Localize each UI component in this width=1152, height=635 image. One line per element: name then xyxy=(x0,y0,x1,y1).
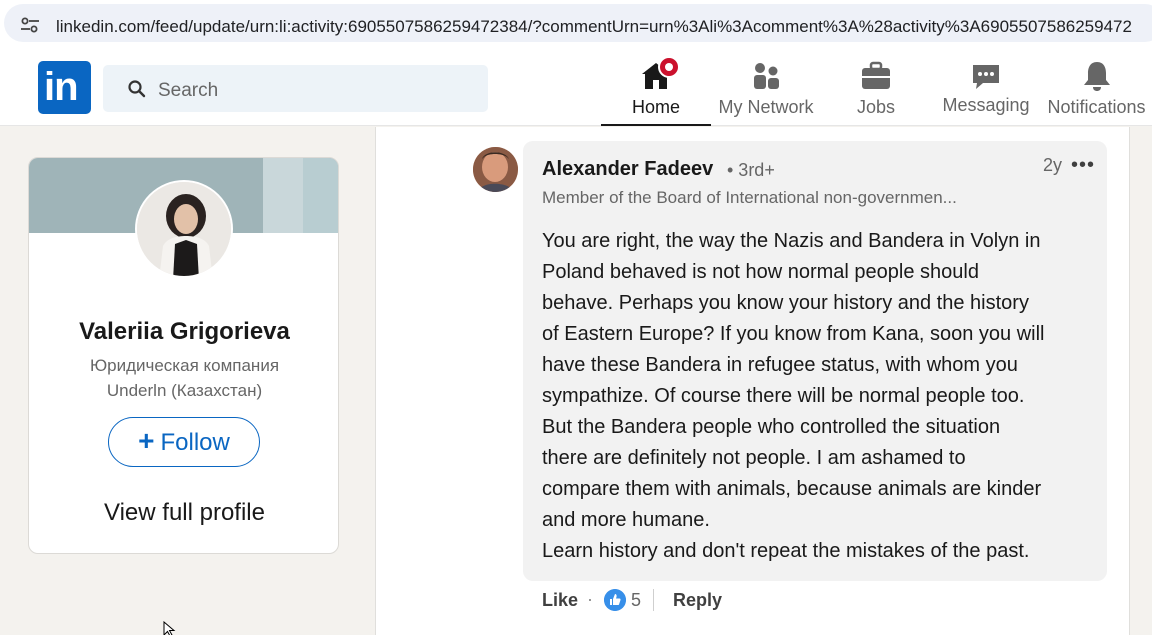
nav-notifications-label: Notifications xyxy=(1047,97,1146,117)
reply-button[interactable]: Reply xyxy=(673,590,722,611)
plus-icon: + xyxy=(138,425,155,456)
nav-notifications[interactable]: Notifications xyxy=(1041,50,1152,126)
mouse-cursor-icon xyxy=(163,621,176,635)
nav-messaging-label: Messaging xyxy=(942,95,1030,115)
comment-text: You are right, the way the Nazis and Ban… xyxy=(542,226,1092,567)
nav-messaging[interactable]: Messaging xyxy=(931,50,1041,126)
profile-avatar[interactable] xyxy=(135,180,233,278)
url-text[interactable]: linkedin.com/feed/update/urn:li:activity… xyxy=(56,17,1132,37)
like-reaction-icon[interactable] xyxy=(604,589,626,611)
nav-jobs-label: Jobs xyxy=(856,97,896,117)
comment-line: But the Bandera people who controlled th… xyxy=(542,416,1001,438)
notification-badge xyxy=(658,56,680,78)
profile-company-line2: Underln (Казахстан) xyxy=(106,381,263,400)
connection-degree: • 3rd+ xyxy=(727,160,775,180)
bell-icon xyxy=(1083,62,1110,91)
nav-jobs[interactable]: Jobs xyxy=(821,50,931,126)
author-headline: Member of the Board of International non… xyxy=(542,188,957,207)
nav-home[interactable]: Home xyxy=(601,50,711,126)
search-icon xyxy=(128,80,146,98)
comment-bubble: Alexander Fadeev • 3rd+ 2y ••• Member of… xyxy=(523,141,1107,581)
messaging-icon xyxy=(973,65,999,89)
profile-card: Valeriia Grigorieva Юридическая компания… xyxy=(28,157,339,554)
feed-main: Alexander Fadeev • 3rd+ 2y ••• Member of… xyxy=(375,127,1130,635)
more-options-icon[interactable]: ••• xyxy=(1071,154,1095,177)
search-box[interactable]: Search xyxy=(103,65,488,112)
profile-company-line1: Юридическая компания xyxy=(89,356,280,375)
comment-line: compare them with animals, because anima… xyxy=(542,478,1042,500)
comment-line: of Eastern Europe? If you know from Kana… xyxy=(542,323,1045,345)
commenter-avatar[interactable] xyxy=(473,147,518,192)
actions-separator-dot: · xyxy=(587,589,593,609)
comment-line: sympathize. Of course there will be norm… xyxy=(542,385,1025,407)
comment-line: and more humane. xyxy=(542,509,710,531)
reaction-count[interactable]: 5 xyxy=(631,590,641,611)
follow-label: Follow xyxy=(160,429,230,456)
linkedin-logo[interactable]: in xyxy=(38,61,91,114)
network-icon xyxy=(754,63,779,89)
nav-my-network[interactable]: My Network xyxy=(711,50,821,126)
comment-line: behave. Perhaps you know your history an… xyxy=(542,292,1029,314)
comment-line: You are right, the way the Nazis and Ban… xyxy=(542,230,1041,252)
comment-line: Learn history and don't repeat the mista… xyxy=(542,540,1030,562)
logo-text: in xyxy=(44,65,79,109)
actions-divider xyxy=(653,589,654,611)
search-placeholder: Search xyxy=(158,80,219,101)
browser-address-bar: linkedin.com/feed/update/urn:li:activity… xyxy=(0,0,1152,50)
linkedin-header: in Search Home My Network Jobs Messaging… xyxy=(0,50,1152,126)
nav-home-label: Home xyxy=(631,97,680,117)
url-field[interactable]: linkedin.com/feed/update/urn:li:activity… xyxy=(4,4,1152,42)
comment-line: Poland behaved is not how normal people … xyxy=(542,261,979,283)
comment-line: have these Bandera in refugee status, wi… xyxy=(542,354,1018,376)
briefcase-icon xyxy=(862,61,890,89)
comment-age: 2y xyxy=(1043,155,1063,175)
comment-line: there are definitely not people. I am as… xyxy=(542,447,966,469)
profile-name[interactable]: Valeriia Grigorieva xyxy=(29,318,338,346)
follow-button[interactable]: + Follow xyxy=(108,417,260,467)
comment-author[interactable]: Alexander Fadeev xyxy=(542,158,713,181)
like-button[interactable]: Like xyxy=(542,590,578,611)
view-full-profile-link[interactable]: View full profile xyxy=(29,499,338,527)
site-settings-icon[interactable] xyxy=(20,17,40,33)
nav-my-network-label: My Network xyxy=(718,97,814,117)
